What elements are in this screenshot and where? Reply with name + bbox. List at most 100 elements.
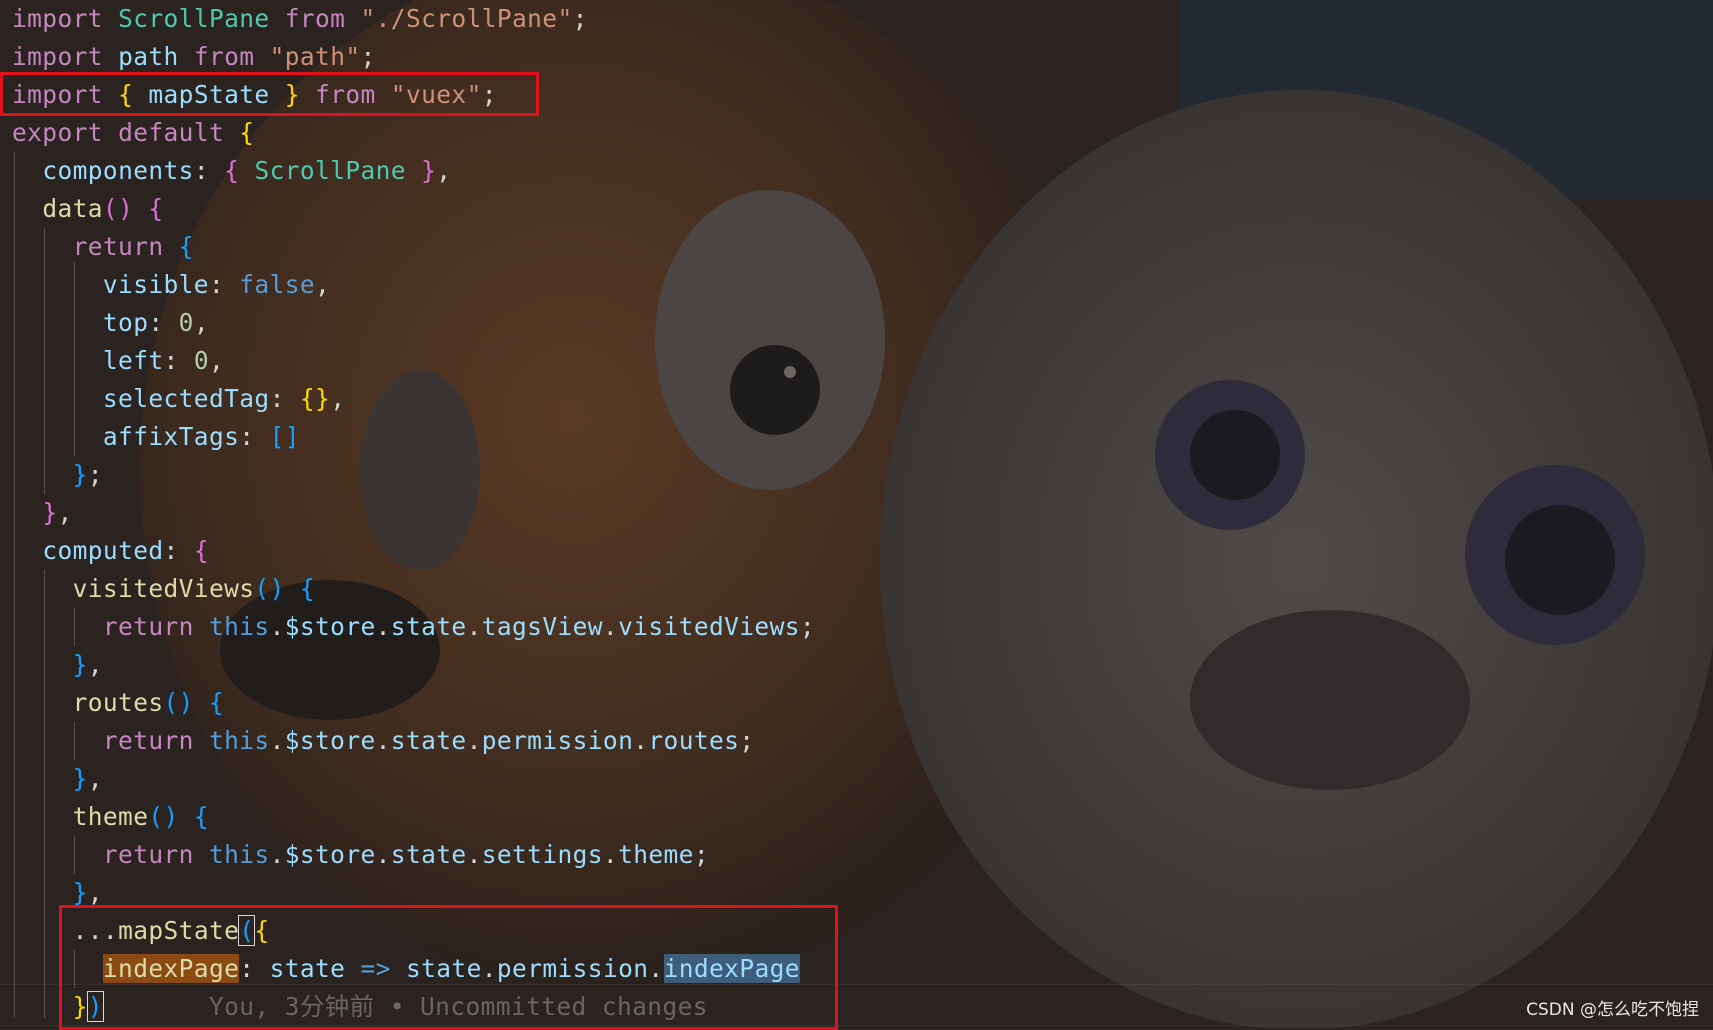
code-token: visitedViews	[72, 574, 255, 603]
code-line[interactable]: top: 0,	[12, 304, 209, 342]
code-token: import	[12, 4, 103, 33]
code-token: import	[12, 42, 103, 71]
code-line[interactable]: affixTags: []	[12, 418, 300, 456]
code-token: default	[118, 118, 225, 147]
code-token: from	[193, 42, 255, 71]
watermark: CSDN @怎么吃不饱捏	[1526, 1000, 1699, 1020]
code-token: ,	[87, 650, 103, 679]
code-token: visible	[102, 270, 209, 299]
code-token: ScrollPane	[254, 156, 406, 185]
code-line[interactable]: import ScrollPane from "./ScrollPane";	[12, 0, 588, 38]
code-token: ,	[87, 764, 103, 793]
code-line[interactable]: visible: false,	[12, 266, 330, 304]
code-token: {}	[299, 384, 331, 413]
code-token: visitedViews	[618, 612, 800, 641]
code-token: left	[102, 346, 164, 375]
code-token: .	[375, 840, 391, 869]
code-token: ScrollPane	[118, 4, 270, 33]
code-token: }	[421, 156, 437, 185]
code-token: ()	[102, 194, 134, 223]
code-token: ,	[315, 270, 331, 299]
code-token: .	[633, 726, 649, 755]
code-line[interactable]: },	[12, 760, 103, 798]
indent-guide	[14, 152, 15, 1018]
code-token: }	[72, 878, 88, 907]
code-line[interactable]: export default {	[12, 114, 254, 152]
code-token: path	[118, 42, 179, 71]
code-token: []	[269, 422, 300, 451]
indent-guide	[74, 836, 75, 874]
code-token: :	[208, 270, 240, 299]
code-token: ;	[739, 726, 755, 755]
code-token: "path"	[269, 42, 361, 71]
indent-guide	[74, 722, 75, 760]
code-line[interactable]: selectedTag: {},	[12, 380, 345, 418]
code-token: ,	[330, 384, 346, 413]
code-token: {	[193, 536, 209, 565]
code-line[interactable]: theme() {	[12, 798, 209, 836]
code-token: return	[102, 726, 194, 755]
code-line[interactable]: return this.$store.state.permission.rout…	[12, 722, 754, 760]
code-token: :	[163, 346, 194, 375]
code-token: ,	[193, 308, 209, 337]
code-token: ,	[57, 498, 73, 527]
code-token: tagsView	[481, 612, 603, 641]
code-line[interactable]: return this.$store.state.tagsView.visite…	[12, 608, 815, 646]
code-line[interactable]: return {	[12, 228, 194, 266]
code-token: ,	[208, 346, 225, 375]
code-line[interactable]: visitedViews() {	[12, 570, 315, 608]
code-line[interactable]: return this.$store.state.settings.theme;	[12, 836, 709, 874]
indent-guide	[44, 228, 45, 494]
code-token: .	[269, 726, 285, 755]
code-token: theme	[72, 802, 149, 831]
code-token: .	[466, 726, 482, 755]
code-token: {	[193, 802, 209, 831]
mapstate-highlight-box	[59, 905, 838, 1030]
code-token: {	[299, 574, 316, 603]
code-token: ;	[87, 460, 103, 489]
code-token: settings	[481, 840, 603, 869]
code-token: ;	[572, 4, 588, 33]
code-token: this	[208, 612, 270, 641]
code-token: $store	[284, 612, 376, 641]
code-line[interactable]: computed: {	[12, 532, 209, 570]
code-token: .	[602, 612, 619, 641]
code-token: state	[390, 612, 467, 641]
code-line[interactable]: components: { ScrollPane },	[12, 152, 451, 190]
code-token: :	[163, 536, 194, 565]
code-line[interactable]: },	[12, 646, 103, 684]
code-token: permission	[481, 726, 634, 755]
code-token: routes	[648, 726, 740, 755]
code-editor[interactable]: import ScrollPane from "./ScrollPane"; im…	[0, 0, 1713, 1028]
code-token: :	[239, 422, 270, 451]
code-token: .	[375, 612, 391, 641]
code-token: ,	[87, 878, 103, 907]
code-token: }	[42, 498, 58, 527]
code-token: {	[178, 232, 194, 261]
code-line[interactable]: },	[12, 494, 73, 532]
code-line[interactable]: data() {	[12, 190, 164, 228]
code-token: ;	[799, 612, 816, 641]
code-line[interactable]: };	[12, 456, 103, 494]
code-token: return	[102, 840, 194, 869]
code-line[interactable]: import path from "path";	[12, 38, 376, 76]
